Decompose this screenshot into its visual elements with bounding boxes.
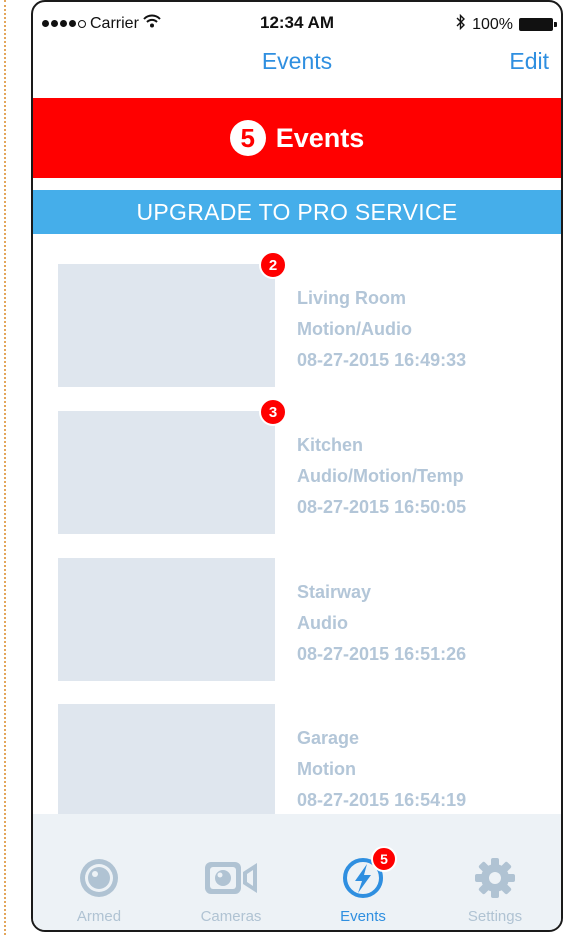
events-banner: 5 Events bbox=[33, 98, 561, 178]
page-edge-divider bbox=[4, 0, 6, 935]
event-location: Stairway bbox=[297, 582, 372, 602]
event-thumbnail[interactable] bbox=[58, 411, 275, 534]
event-thumbnail[interactable] bbox=[58, 264, 275, 387]
tab-label: Events bbox=[340, 908, 386, 925]
event-timestamp: 08-27-2015 16:49:33 bbox=[297, 350, 467, 370]
event-info: Garage Motion 08-27-2015 16:54:19 bbox=[297, 723, 466, 816]
bluetooth-icon bbox=[456, 13, 466, 35]
event-thumbnail[interactable] bbox=[58, 558, 275, 681]
event-timestamp: 08-27-2015 16:54:19 bbox=[297, 790, 467, 810]
event-row[interactable]: Garage Motion 08-27-2015 16:54:19 bbox=[33, 674, 561, 827]
event-row[interactable]: 2 Living Room Motion/Audio 08-27-2015 16… bbox=[33, 234, 561, 387]
events-tab-badge: 5 bbox=[371, 846, 397, 872]
tab-settings[interactable]: Settings bbox=[429, 814, 561, 930]
tab-cameras[interactable]: Cameras bbox=[165, 814, 297, 930]
tab-label: Settings bbox=[467, 908, 523, 925]
event-info: Kitchen Audio/Motion/Temp 08-27-2015 16:… bbox=[297, 430, 466, 523]
event-type: Audio/Motion/Temp bbox=[297, 466, 464, 486]
page-title: Events bbox=[261, 48, 333, 74]
event-row[interactable]: 3 Kitchen Audio/Motion/Temp 08-27-2015 1… bbox=[33, 381, 561, 534]
upgrade-button[interactable]: UPGRADE TO PRO SERVICE bbox=[33, 190, 561, 234]
events-count-badge: 5 bbox=[229, 120, 266, 156]
gear-icon bbox=[473, 856, 517, 900]
tab-events[interactable]: 5 Events bbox=[297, 814, 429, 930]
event-row[interactable]: Stairway Audio 08-27-2015 16:51:26 bbox=[33, 528, 561, 681]
event-info: Stairway Audio 08-27-2015 16:51:26 bbox=[297, 577, 466, 670]
event-type: Motion/Audio bbox=[297, 319, 412, 339]
event-thumbnail[interactable] bbox=[58, 704, 275, 827]
tab-armed[interactable]: Armed bbox=[33, 814, 165, 930]
event-count-badge: 2 bbox=[259, 251, 287, 279]
tab-label: Cameras bbox=[200, 908, 262, 925]
event-count-badge: 3 bbox=[259, 398, 287, 426]
tab-bar: Armed Cameras 5 Events Settings bbox=[33, 814, 561, 930]
camera-lens-icon bbox=[77, 856, 121, 900]
event-location: Living Room bbox=[297, 288, 406, 308]
tab-label: Armed bbox=[76, 908, 122, 925]
status-bar: Carrier 12:34 AM 100% bbox=[33, 2, 561, 42]
navigation-bar: Events Edit bbox=[33, 42, 561, 98]
events-banner-label: Events bbox=[275, 122, 365, 153]
battery-percentage: 100% bbox=[472, 15, 513, 33]
lightning-bolt-icon: 5 bbox=[341, 846, 397, 900]
event-list: 2 Living Room Motion/Audio 08-27-2015 16… bbox=[33, 234, 561, 827]
battery-icon bbox=[519, 18, 557, 31]
event-location: Garage bbox=[297, 728, 360, 748]
status-right: 100% bbox=[456, 13, 557, 35]
video-camera-icon bbox=[205, 856, 257, 900]
event-location: Kitchen bbox=[297, 435, 364, 455]
event-info: Living Room Motion/Audio 08-27-2015 16:4… bbox=[297, 283, 466, 376]
event-timestamp: 08-27-2015 16:51:26 bbox=[297, 644, 467, 664]
phone-screen: Carrier 12:34 AM 100% Events Edit 5 Even… bbox=[31, 0, 563, 932]
edit-button[interactable]: Edit bbox=[509, 48, 549, 75]
event-timestamp: 08-27-2015 16:50:05 bbox=[297, 497, 467, 517]
event-type: Motion bbox=[297, 759, 356, 779]
event-type: Audio bbox=[297, 613, 348, 633]
